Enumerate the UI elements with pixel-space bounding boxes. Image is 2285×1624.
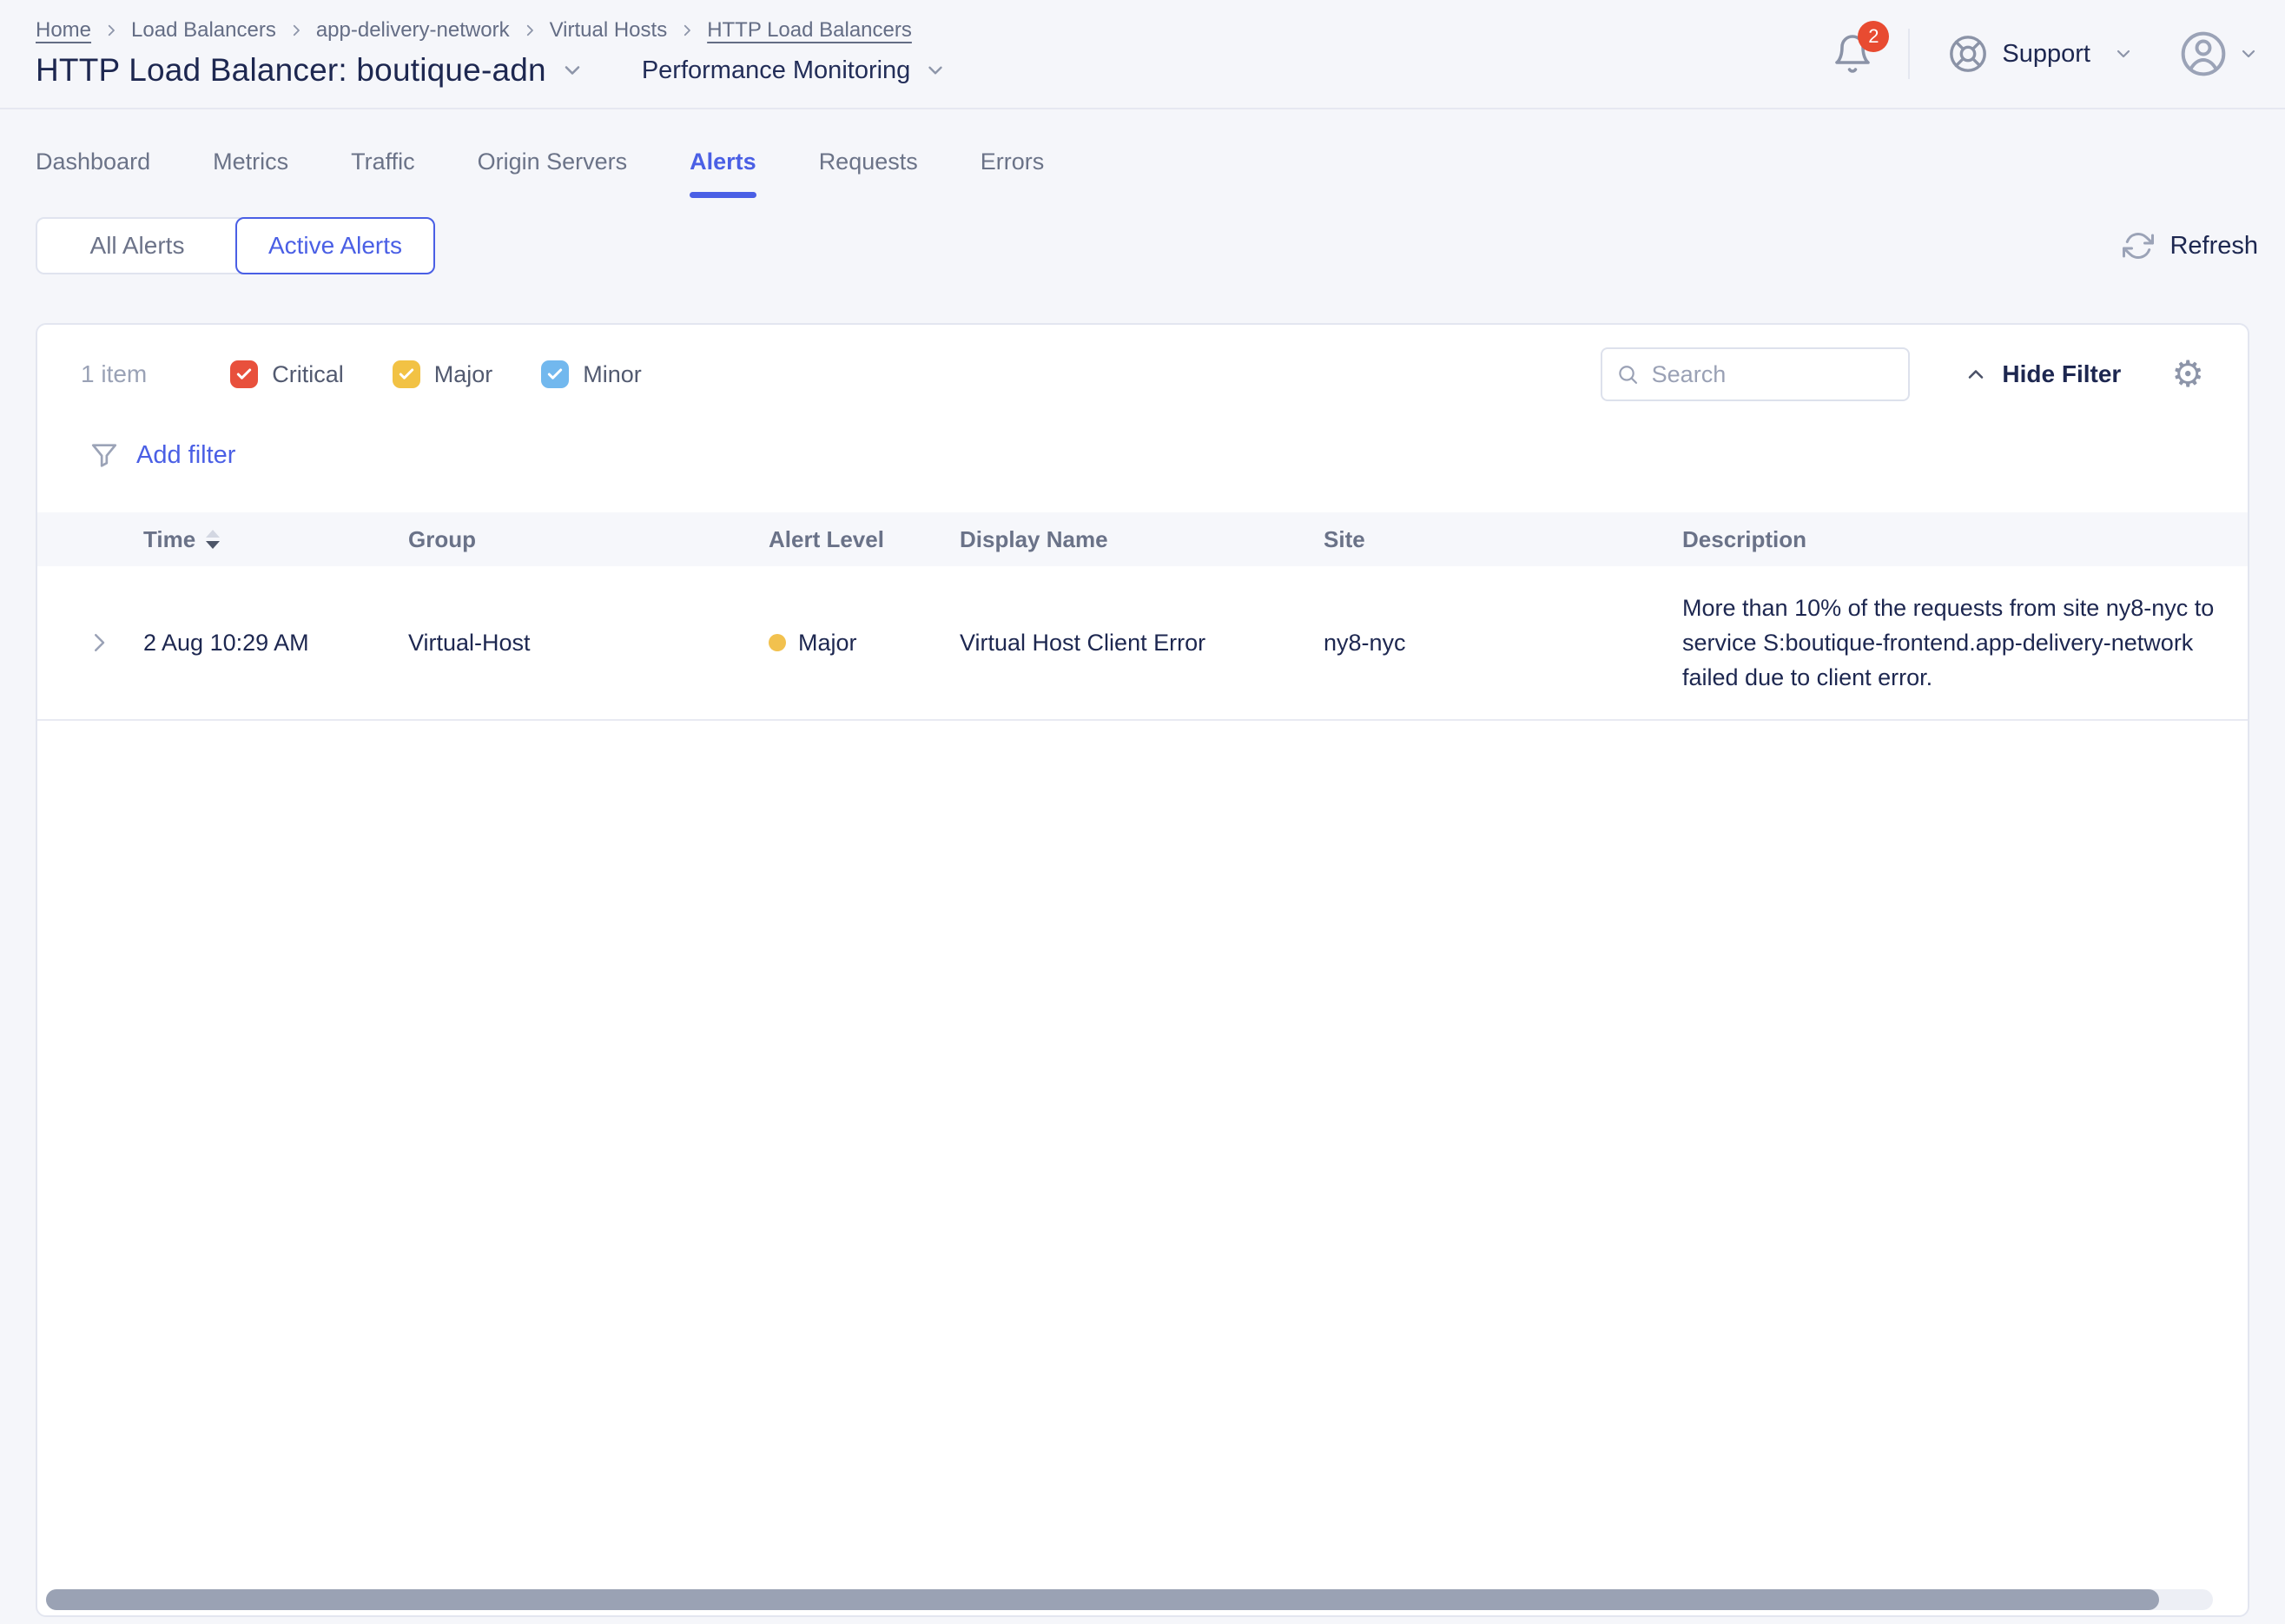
chevron-down-icon	[924, 59, 947, 82]
alerts-panel: 1 item Critical Major Minor Hide Filte	[36, 323, 2249, 1617]
topbar: Home Load Balancers app-delivery-network…	[0, 0, 2285, 109]
search-input[interactable]	[1652, 361, 1895, 388]
table-row[interactable]: 2 Aug 10:29 AM Virtual-Host Major Virtua…	[37, 566, 2248, 721]
expand-cell	[37, 630, 122, 656]
chevron-right-icon	[103, 23, 119, 38]
cell-site: ny8-nyc	[1303, 630, 1661, 657]
checkbox-checked-icon	[230, 360, 258, 388]
filter-checkbox-minor[interactable]: Minor	[541, 360, 642, 388]
filter-bar: 1 item Critical Major Minor Hide Filte	[37, 325, 2248, 401]
refresh-label: Refresh	[2169, 232, 2258, 261]
funnel-icon	[89, 440, 119, 470]
tab-traffic[interactable]: Traffic	[351, 149, 415, 198]
notifications-button[interactable]: 2	[1832, 33, 1873, 75]
topbar-right: 2 Support	[1832, 21, 2259, 87]
item-count: 1 item	[81, 360, 147, 388]
alerts-table: Time Group Alert Level Display Name Site…	[37, 512, 2248, 721]
add-filter-row: Add filter	[37, 436, 2248, 474]
support-menu[interactable]: Support	[1948, 34, 2134, 74]
cell-display-name: Virtual Host Client Error	[939, 630, 1303, 657]
alert-level-label: Major	[798, 630, 857, 657]
chevron-down-icon	[2113, 43, 2134, 64]
cell-time: 2 Aug 10:29 AM	[122, 630, 387, 657]
hide-filter-label: Hide Filter	[2002, 360, 2121, 388]
page-title: HTTP Load Balancer: boutique-adn	[36, 52, 546, 89]
account-menu[interactable]	[2179, 30, 2259, 78]
controls-row: All Alerts Active Alerts Refresh	[0, 198, 2285, 294]
settings-gear-icon[interactable]: ⚙	[2171, 356, 2204, 393]
cell-group: Virtual-Host	[387, 630, 748, 657]
column-header-site[interactable]: Site	[1303, 526, 1661, 553]
tab-requests[interactable]: Requests	[819, 149, 918, 198]
filter-checkbox-label: Critical	[272, 361, 344, 388]
tab-metrics[interactable]: Metrics	[213, 149, 288, 198]
tab-bar: Dashboard Metrics Traffic Origin Servers…	[0, 109, 2285, 198]
column-header-description[interactable]: Description	[1661, 526, 2248, 553]
refresh-icon	[2123, 230, 2154, 261]
expand-row-chevron-icon[interactable]	[86, 630, 112, 656]
add-filter-button[interactable]: Add filter	[89, 440, 235, 470]
cell-alert-level: Major	[748, 630, 939, 657]
user-avatar-icon	[2179, 30, 2228, 78]
breadcrumb-item-app-delivery-network[interactable]: app-delivery-network	[316, 18, 510, 43]
breadcrumb-item-load-balancers[interactable]: Load Balancers	[131, 18, 276, 43]
tab-dashboard[interactable]: Dashboard	[36, 149, 150, 198]
tab-alerts[interactable]: Alerts	[690, 149, 756, 198]
chevron-down-icon[interactable]	[560, 58, 584, 83]
page: Home Load Balancers app-delivery-network…	[0, 0, 2285, 1624]
checkbox-checked-icon	[541, 360, 569, 388]
table-header-row: Time Group Alert Level Display Name Site…	[37, 512, 2248, 566]
support-lifebuoy-icon	[1948, 34, 1988, 74]
breadcrumb-item-virtual-hosts[interactable]: Virtual Hosts	[550, 18, 668, 43]
horizontal-scrollbar[interactable]	[46, 1589, 2213, 1610]
chevron-right-icon	[679, 23, 695, 38]
tab-errors[interactable]: Errors	[981, 149, 1045, 198]
breadcrumb-http-load-balancers-link[interactable]: HTTP Load Balancers	[707, 18, 912, 43]
filter-checkbox-label: Minor	[583, 361, 642, 388]
column-header-display-name[interactable]: Display Name	[939, 526, 1303, 553]
major-severity-dot-icon	[769, 634, 786, 651]
view-selector-dropdown[interactable]: Performance Monitoring	[642, 56, 947, 85]
scrollbar-thumb[interactable]	[46, 1589, 2159, 1610]
active-alerts-button[interactable]: Active Alerts	[235, 217, 435, 274]
chevron-up-icon	[1964, 362, 1988, 386]
chevron-right-icon	[522, 23, 538, 38]
alerts-view-toggle: All Alerts Active Alerts	[36, 217, 435, 274]
filter-checkbox-critical[interactable]: Critical	[230, 360, 344, 388]
chevron-right-icon	[288, 23, 304, 38]
sort-icon[interactable]	[206, 530, 220, 549]
add-filter-label: Add filter	[136, 441, 235, 470]
search-box	[1601, 347, 1910, 401]
search-icon	[1616, 361, 1639, 387]
breadcrumb-home-link[interactable]: Home	[36, 18, 91, 43]
column-header-alert-level[interactable]: Alert Level	[748, 526, 939, 553]
column-header-time[interactable]: Time	[122, 526, 387, 553]
chevron-down-icon	[2238, 43, 2259, 64]
refresh-button[interactable]: Refresh	[2123, 230, 2258, 261]
hide-filter-button[interactable]: Hide Filter	[1964, 360, 2121, 388]
column-header-label: Time	[143, 526, 195, 553]
column-header-group[interactable]: Group	[387, 526, 748, 553]
view-selector-label: Performance Monitoring	[642, 56, 910, 85]
divider	[1908, 29, 1910, 79]
support-label: Support	[2002, 40, 2090, 69]
tab-origin-servers[interactable]: Origin Servers	[478, 149, 628, 198]
notification-badge: 2	[1858, 21, 1889, 52]
all-alerts-button[interactable]: All Alerts	[37, 219, 237, 273]
filter-checkbox-major[interactable]: Major	[393, 360, 493, 388]
checkbox-checked-icon	[393, 360, 420, 388]
cell-description: More than 10% of the requests from site …	[1661, 573, 2248, 712]
filter-checkbox-label: Major	[434, 361, 493, 388]
